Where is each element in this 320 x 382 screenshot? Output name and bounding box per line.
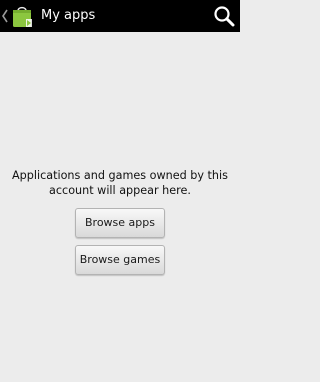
empty-state-panel: Applications and games owned by this acc… — [0, 32, 240, 382]
browse-apps-button[interactable]: Browse apps — [75, 208, 165, 238]
action-bar: My apps — [0, 0, 240, 32]
browse-games-button[interactable]: Browse games — [75, 245, 165, 275]
page-title: My apps — [41, 8, 96, 23]
empty-state-message: Applications and games owned by this acc… — [12, 169, 228, 197]
chevron-left-icon — [2, 9, 8, 23]
home-up-button[interactable] — [0, 0, 33, 32]
play-store-bag-icon — [13, 6, 32, 27]
search-icon — [214, 6, 235, 27]
search-button[interactable] — [212, 4, 236, 28]
